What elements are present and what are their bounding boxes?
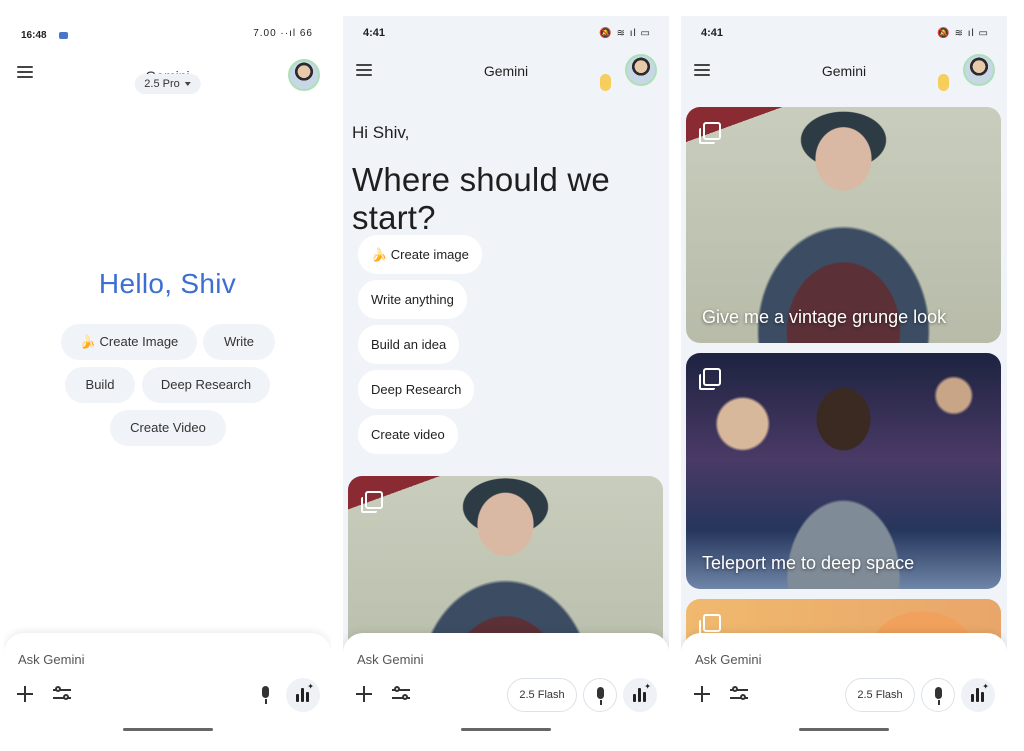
greeting: Hi Shiv,: [352, 123, 410, 142]
status-bar: 16:48 7.00 ··ıl 66: [4, 16, 331, 50]
status-time: 4:41: [701, 27, 724, 39]
gallery-icon: [699, 614, 721, 636]
model-selector[interactable]: 2.5 Flash: [507, 678, 577, 712]
plus-icon[interactable]: [355, 685, 373, 703]
chevron-down-icon: [184, 82, 191, 87]
ask-input[interactable]: Ask Gemini: [357, 652, 423, 667]
home-indicator: [799, 728, 889, 731]
screen-3: 4:41 🔕 ≋ ıl ▭ Gemini Give me a vintage g…: [681, 16, 1007, 743]
composer: Ask Gemini 2.5 Flash: [681, 633, 1007, 743]
chip-deep-research[interactable]: Deep Research: [358, 370, 475, 409]
card-caption: Teleport me to deep space: [702, 553, 915, 573]
tools-icon[interactable]: [730, 686, 748, 702]
system-icons: 7.00 ··ıl 66: [253, 28, 313, 39]
gallery-icon: [699, 122, 721, 144]
composer: Ask Gemini: [4, 633, 331, 743]
home-indicator: [122, 728, 213, 731]
chip-create-video[interactable]: Create video: [358, 415, 458, 454]
card-caption: Give me a vintage grunge look: [702, 307, 947, 327]
model-selector[interactable]: 2.5 Pro: [134, 74, 201, 94]
avatar[interactable]: [288, 59, 320, 91]
live-icon[interactable]: [286, 678, 320, 712]
chip-build-an-idea[interactable]: Build an idea: [358, 325, 460, 364]
composer: Ask Gemini 2.5 Flash: [343, 633, 669, 743]
model-label: 2.5 Pro: [144, 78, 180, 90]
status-bar: 4:41 🔕 ≋ ıl ▭: [343, 16, 669, 50]
tools-icon[interactable]: [392, 686, 410, 702]
screen-2: 4:41 🔕 ≋ ıl ▭ Gemini Hi Shiv, Where shou…: [343, 16, 669, 743]
tools-icon[interactable]: [53, 686, 71, 702]
plus-icon[interactable]: [16, 685, 34, 703]
app-bar: Gemini: [343, 50, 669, 90]
gallery-icon: [361, 491, 383, 513]
system-icons: 🔕 ≋ ıl ▭: [599, 28, 651, 39]
mic-icon[interactable]: [921, 678, 955, 712]
ask-input[interactable]: Ask Gemini: [18, 652, 84, 667]
gallery-icon: [699, 368, 721, 390]
chip-create-image[interactable]: 🍌 Create Image: [61, 324, 197, 360]
notification-icon: [59, 32, 68, 39]
banana-icon: [600, 74, 611, 91]
greeting: Hello, Shiv: [98, 268, 237, 299]
mic-icon[interactable]: [583, 678, 617, 712]
home-indicator: [461, 728, 551, 731]
avatar[interactable]: [625, 54, 657, 86]
image-card-space[interactable]: Teleport me to deep space: [686, 353, 1001, 589]
mic-icon[interactable]: [249, 678, 283, 712]
chip-create-video[interactable]: Create Video: [110, 410, 226, 446]
system-icons: 🔕 ≋ ıl ▭: [937, 28, 989, 39]
model-selector[interactable]: 2.5 Flash: [845, 678, 915, 712]
screen-1: 16:48 7.00 ··ıl 66 Gemini 2.5 Pro Hello,…: [4, 16, 331, 743]
app-title: Gemini: [821, 63, 867, 79]
status-bar: 4:41 🔕 ≋ ıl ▭: [681, 16, 1007, 50]
chip-create-image[interactable]: 🍌 Create image: [358, 235, 482, 274]
chip-write[interactable]: Write: [203, 324, 275, 360]
app-bar: Gemini: [681, 50, 1007, 90]
live-icon[interactable]: [961, 678, 995, 712]
image-card-grunge[interactable]: Give me a vintage grunge look: [686, 107, 1001, 343]
chip-write-anything[interactable]: Write anything: [358, 280, 467, 319]
chip-deep-research[interactable]: Deep Research: [142, 367, 270, 403]
plus-icon[interactable]: [693, 685, 711, 703]
avatar[interactable]: [963, 54, 995, 86]
live-icon[interactable]: [623, 678, 657, 712]
ask-input[interactable]: Ask Gemini: [695, 652, 761, 667]
banana-icon: [938, 74, 949, 91]
app-title: Gemini: [483, 63, 529, 79]
headline: Where should we start?: [352, 161, 610, 236]
status-time: 16:48: [21, 30, 47, 41]
status-time: 4:41: [363, 27, 386, 39]
chip-build[interactable]: Build: [65, 367, 135, 403]
